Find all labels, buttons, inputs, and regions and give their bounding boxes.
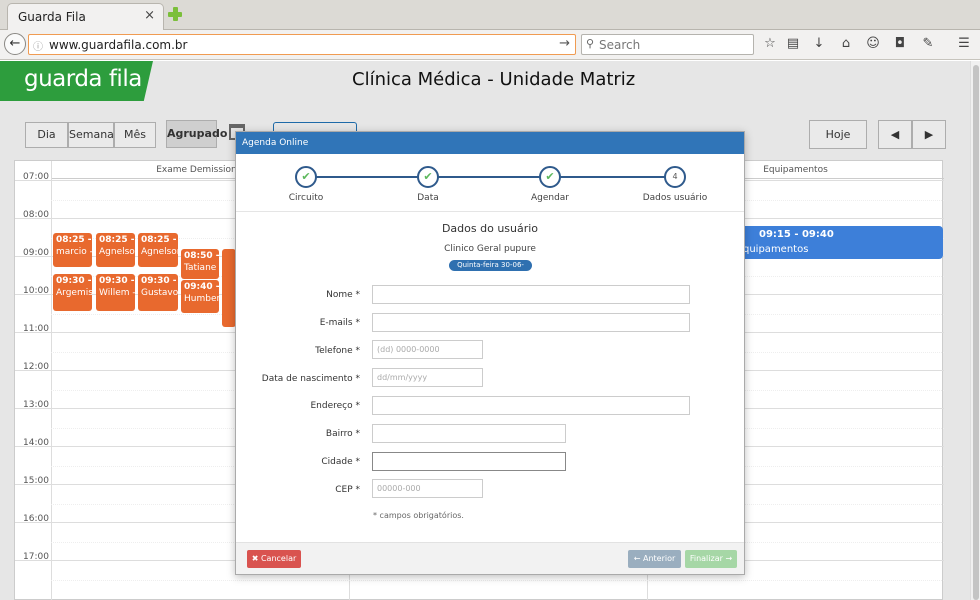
- grouped-view-button[interactable]: Agrupado: [166, 120, 227, 148]
- logo[interactable]: guarda fila: [0, 61, 153, 101]
- home-icon[interactable]: ⌂: [838, 36, 854, 51]
- finish-button[interactable]: Finalizar →: [685, 550, 737, 568]
- step-label: Agendar: [530, 193, 570, 203]
- address-label: Endereço *: [310, 401, 361, 411]
- appointment[interactable]: 09:30 - Willem -: [96, 274, 135, 311]
- today-button[interactable]: Hoje: [809, 120, 867, 149]
- month-view-button[interactable]: Mês: [114, 122, 156, 148]
- new-tab-icon[interactable]: [167, 6, 183, 22]
- birthdate-label: Data de nascimento *: [261, 374, 360, 384]
- form-title: Dados do usuário: [441, 222, 539, 235]
- step-connector: [306, 176, 674, 178]
- previous-button[interactable]: ← Anterior: [628, 550, 681, 568]
- download-icon[interactable]: ↓: [811, 36, 827, 51]
- hour-label: 13:00: [23, 400, 49, 410]
- name-label: Nome *: [326, 290, 360, 300]
- service-name: Clinico Geral pupure: [444, 244, 536, 254]
- extension-icon[interactable]: ✎: [920, 36, 936, 51]
- hour-label: 15:00: [23, 476, 49, 486]
- step-number[interactable]: 4: [664, 166, 686, 188]
- birthdate-input[interactable]: [372, 368, 483, 387]
- date-badge: Quinta-feira 30-06-2016: [449, 260, 532, 280]
- email-label: E-mails *: [319, 318, 360, 328]
- search-icon: ⚲: [586, 37, 595, 50]
- week-view-button[interactable]: Semana: [68, 122, 114, 148]
- district-label: Bairro *: [325, 429, 360, 439]
- step-label: Circuito: [288, 193, 324, 203]
- scrollbar-thumb[interactable]: [973, 65, 979, 600]
- appointment[interactable]: 08:25 - marcio -: [53, 233, 92, 267]
- menu-icon[interactable]: ☰: [956, 36, 972, 51]
- hour-label: 12:00: [23, 362, 49, 372]
- go-arrow-icon[interactable]: →: [559, 36, 570, 51]
- check-icon[interactable]: ✔: [417, 166, 439, 188]
- appointment[interactable]: 09:30 - Gustavo: [138, 274, 178, 311]
- check-icon[interactable]: ✔: [539, 166, 561, 188]
- hour-label: 09:00: [23, 248, 49, 258]
- page-scrollbar[interactable]: [970, 61, 980, 600]
- step-label: Dados usuário: [642, 193, 708, 203]
- url-text[interactable]: www.guardafila.com.br: [49, 38, 187, 52]
- tab-title: Guarda Fila: [18, 10, 86, 24]
- city-input[interactable]: [372, 452, 566, 471]
- phone-input[interactable]: [372, 340, 483, 359]
- hour-label: 07:00: [23, 172, 49, 182]
- appointment[interactable]: 09:30 -Argemisa: [53, 274, 92, 311]
- browser-tab-bar: Guarda Fila ×: [0, 0, 980, 30]
- equipment-event[interactable]: 09:15 - 09:40 quipamentos: [729, 226, 943, 259]
- zip-input[interactable]: [372, 479, 483, 498]
- hour-label: 10:00: [23, 286, 49, 296]
- appointment[interactable]: 08:25 -Agnelson: [138, 233, 178, 267]
- chat-icon[interactable]: ☺: [865, 36, 881, 51]
- required-note: * campos obrigatórios.: [373, 511, 464, 520]
- star-icon[interactable]: ☆: [762, 36, 778, 51]
- back-button[interactable]: ←: [4, 33, 26, 55]
- info-icon[interactable]: ⓘ: [33, 38, 43, 53]
- modal-title: Agenda Online: [236, 132, 744, 154]
- search-bar[interactable]: ⚲: [581, 34, 754, 55]
- zip-label: CEP *: [335, 485, 360, 495]
- browser-tab[interactable]: Guarda Fila ×: [7, 3, 164, 30]
- check-icon[interactable]: ✔: [295, 166, 317, 188]
- email-input[interactable]: [372, 313, 690, 332]
- step-label: Data: [417, 193, 439, 203]
- url-bar[interactable]: ⓘ www.guardafila.com.br →: [28, 34, 576, 55]
- appointment[interactable]: 09:40 -Humberto: [181, 280, 219, 313]
- city-label: Cidade *: [321, 457, 360, 467]
- hour-label: 11:00: [23, 324, 49, 334]
- appointment[interactable]: 08:50 - Tatiane: [181, 249, 219, 279]
- prev-button[interactable]: ◀: [878, 120, 912, 149]
- appointment[interactable]: 08:25 -Agnelson: [96, 233, 135, 267]
- cancel-button[interactable]: ✖ Cancelar: [247, 550, 301, 568]
- district-input[interactable]: [372, 424, 566, 443]
- booking-modal: Agenda Online ✔ Circuito ✔ Data ✔ Agenda…: [235, 131, 745, 575]
- hour-label: 14:00: [23, 438, 49, 448]
- name-input[interactable]: [372, 285, 690, 304]
- phone-label: Telefone *: [315, 346, 360, 356]
- close-icon[interactable]: ×: [144, 8, 155, 23]
- pocket-icon[interactable]: ◘: [892, 36, 908, 51]
- hour-label: 08:00: [23, 210, 49, 220]
- day-view-button[interactable]: Dia: [25, 122, 68, 148]
- hour-label: 17:00: [23, 552, 49, 562]
- search-input[interactable]: [599, 37, 749, 52]
- step-progress: ✔ Circuito ✔ Data ✔ Agendar 4 Dados usuá…: [236, 154, 744, 212]
- address-input[interactable]: [372, 396, 690, 415]
- hour-label: 16:00: [23, 514, 49, 524]
- next-button[interactable]: ▶: [912, 120, 946, 149]
- page-title: Clínica Médica - Unidade Matriz: [352, 69, 636, 90]
- logo-text: guarda fila: [24, 66, 142, 92]
- reading-list-icon[interactable]: ▤: [785, 36, 801, 51]
- appointment-partial[interactable]: [222, 249, 236, 327]
- browser-nav-bar: ← ⓘ www.guardafila.com.br → ⚲ ☆ ▤ ↓ ⌂ ☺ …: [0, 30, 980, 60]
- modal-footer: ✖ Cancelar ← Anterior Finalizar →: [236, 542, 744, 574]
